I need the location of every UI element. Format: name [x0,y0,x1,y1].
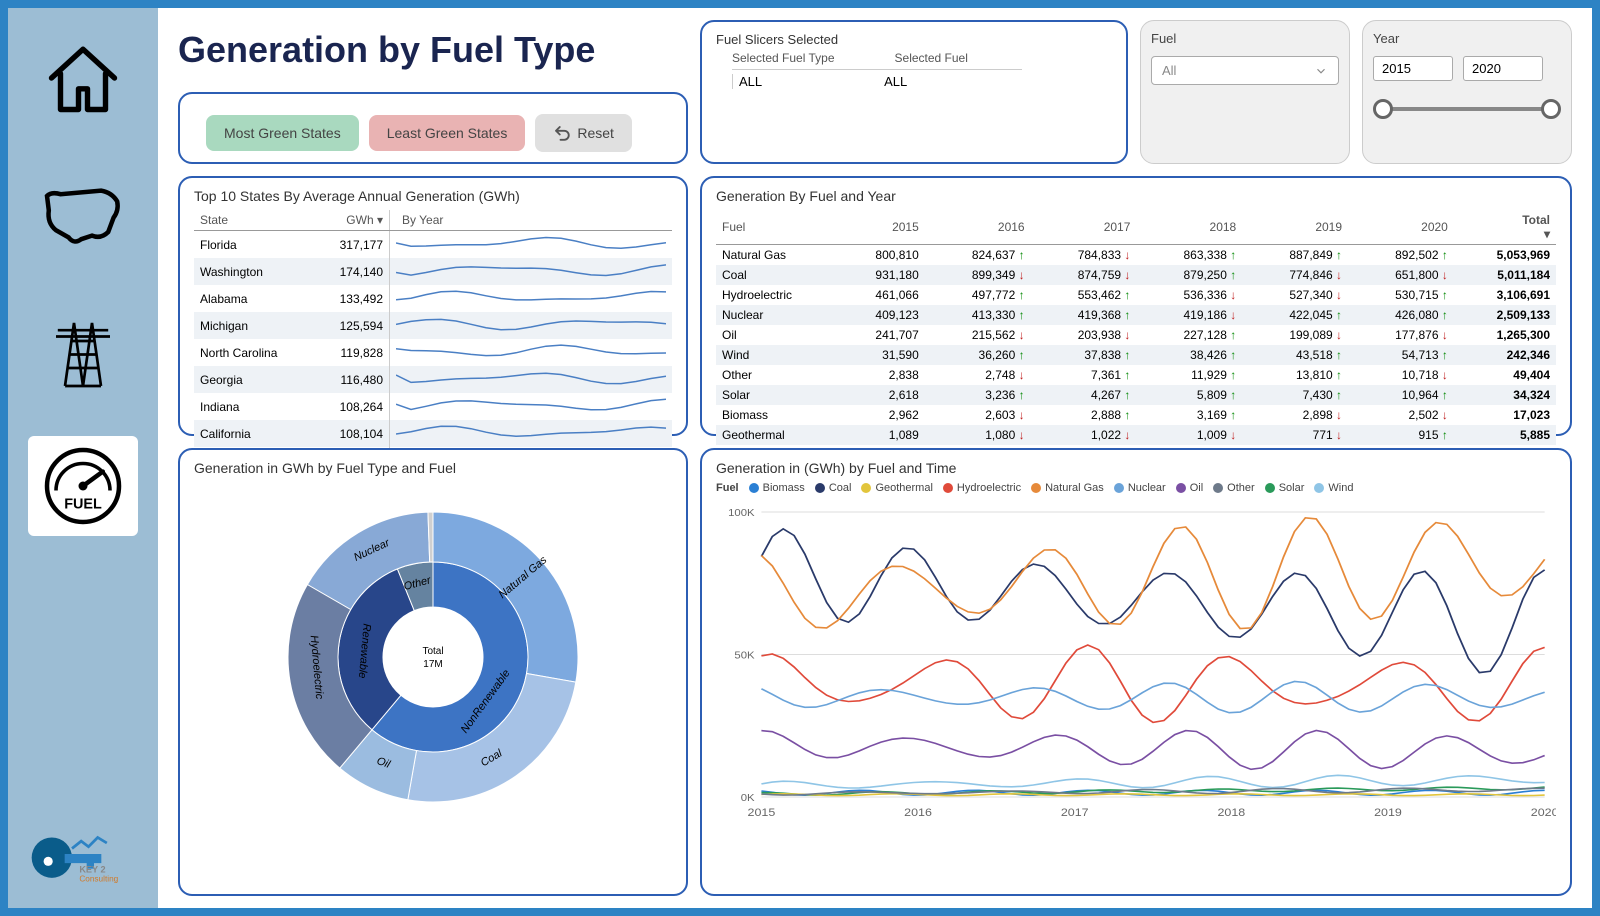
svg-text:100K: 100K [728,508,755,519]
svg-text:2017: 2017 [1061,807,1089,819]
fuel-filter-label: Fuel [1151,31,1339,46]
legend-item[interactable]: Natural Gas [1031,482,1104,494]
top10-title: Top 10 States By Average Annual Generati… [194,188,672,204]
table-row[interactable]: Alabama133,492 [194,285,672,312]
svg-text:Total: Total [422,646,443,657]
reset-button[interactable]: Reset [535,114,632,152]
slicer-summary-card: Fuel Slicers Selected Selected Fuel Type… [700,20,1128,164]
table-row[interactable]: Natural Gas800,810 824,637 ↑784,833 ↓863… [716,245,1556,266]
nav-map[interactable] [28,164,138,264]
slicer-fuel-value: ALL [884,74,907,89]
year-slider-handle-max[interactable] [1541,99,1561,119]
page-title: Generation by Fuel Type [178,20,688,80]
svg-text:Consulting: Consulting [79,874,118,883]
year-from-input[interactable] [1373,56,1453,81]
nav-transmission[interactable] [28,300,138,400]
svg-text:17M: 17M [423,659,442,670]
top10-states-card: Top 10 States By Average Annual Generati… [178,176,688,436]
least-green-button[interactable]: Least Green States [369,115,526,151]
year-slider-handle-min[interactable] [1373,99,1393,119]
fuel-gauge-icon: FUEL [38,441,128,531]
fuel-year-card: Generation By Fuel and Year Fuel20152016… [700,176,1572,436]
legend-item[interactable]: Other [1213,482,1255,494]
legend-item[interactable]: Hydroelectric [943,482,1021,494]
svg-text:KEY 2: KEY 2 [79,864,105,874]
slicer-summary-title: Fuel Slicers Selected [716,32,1112,47]
left-nav: FUEL KEY 2 Consulting [8,8,158,908]
year-filter-card: Year [1362,20,1572,164]
timeline-chart[interactable]: 0K 50K 100K 2015 2016 2017 2018 2019 2020 [716,502,1556,822]
legend-item[interactable]: Nuclear [1114,482,1166,494]
timeline-card: Generation in (GWh) by Fuel and Time Fue… [700,448,1572,896]
donut-title: Generation in GWh by Fuel Type and Fuel [194,460,672,476]
table-row[interactable]: North Carolina119,828 [194,339,672,366]
table-row[interactable]: Nuclear409,123 413,330 ↑419,368 ↑419,186… [716,305,1556,325]
nav-fuel[interactable]: FUEL [28,436,138,536]
legend-item[interactable]: Coal [815,482,852,494]
fuel-filter-card: Fuel All [1140,20,1350,164]
legend-item[interactable]: Geothermal [861,482,932,494]
table-row[interactable]: California108,104 [194,420,672,447]
usa-map-icon [38,169,128,259]
svg-text:2016: 2016 [904,807,932,819]
year-slider[interactable] [1373,95,1561,125]
table-row[interactable]: Wind31,590 36,260 ↑37,838 ↑38,426 ↑43,51… [716,345,1556,365]
fuel-year-table: Fuel201520162017201820192020Total▾ Natur… [716,210,1556,465]
svg-text:2015: 2015 [748,807,776,819]
legend-item[interactable]: Biomass [749,482,805,494]
table-row[interactable]: Indiana108,264 [194,393,672,420]
nav-home[interactable] [28,28,138,128]
table-row[interactable]: Michigan125,594 [194,312,672,339]
table-row[interactable]: Hydroelectric461,066 497,772 ↑553,462 ↑5… [716,285,1556,305]
slicer-col2-header: Selected Fuel [895,51,968,65]
fuel-year-title: Generation By Fuel and Year [716,188,1556,204]
legend-item[interactable]: Solar [1265,482,1305,494]
slicer-col1-header: Selected Fuel Type [732,51,835,65]
table-row[interactable]: Solar2,618 3,236 ↑4,267 ↑5,809 ↑7,430 ↑1… [716,385,1556,405]
pylon-icon [38,305,128,395]
svg-text:50K: 50K [734,650,755,661]
table-row[interactable]: Geothermal1,089 1,080 ↓1,022 ↓1,009 ↓771… [716,425,1556,445]
table-row[interactable]: Other2,838 2,748 ↓7,361 ↑11,929 ↑13,810 … [716,365,1556,385]
legend-item[interactable]: Wind [1314,482,1353,494]
table-row[interactable]: Florida317,177 [194,231,672,259]
year-to-input[interactable] [1463,56,1543,81]
year-filter-label: Year [1373,31,1561,46]
fuel-dropdown[interactable]: All [1151,56,1339,85]
chevron-down-icon [1314,64,1328,78]
legend-item[interactable]: Oil [1176,482,1203,494]
home-icon [38,33,128,123]
timeline-title: Generation in (GWh) by Fuel and Time [716,460,1556,476]
undo-icon [553,124,571,142]
donut-card: Generation in GWh by Fuel Type and Fuel … [178,448,688,896]
table-row[interactable]: Washington174,140 [194,258,672,285]
state-filter-buttons: Most Green States Least Green States Res… [178,92,688,164]
table-row[interactable]: Oil241,707 215,562 ↓203,938 ↓227,128 ↑19… [716,325,1556,345]
svg-text:0K: 0K [741,793,756,804]
svg-text:2018: 2018 [1217,807,1245,819]
brand-logo: KEY 2 Consulting [28,818,138,888]
svg-text:2020: 2020 [1531,807,1556,819]
svg-text:FUEL: FUEL [64,497,102,513]
donut-chart[interactable]: Natural GasCoalOilHydroelectricNuclearNo… [243,487,623,817]
svg-text:2019: 2019 [1374,807,1402,819]
most-green-button[interactable]: Most Green States [206,115,359,151]
table-row[interactable]: Biomass2,962 2,603 ↓2,888 ↑3,169 ↑2,898 … [716,405,1556,425]
table-row[interactable]: Coal931,180 899,349 ↓874,759 ↓879,250 ↑7… [716,265,1556,285]
slicer-fuel-type-value: ALL [732,74,762,89]
table-row[interactable]: Georgia116,480 [194,366,672,393]
